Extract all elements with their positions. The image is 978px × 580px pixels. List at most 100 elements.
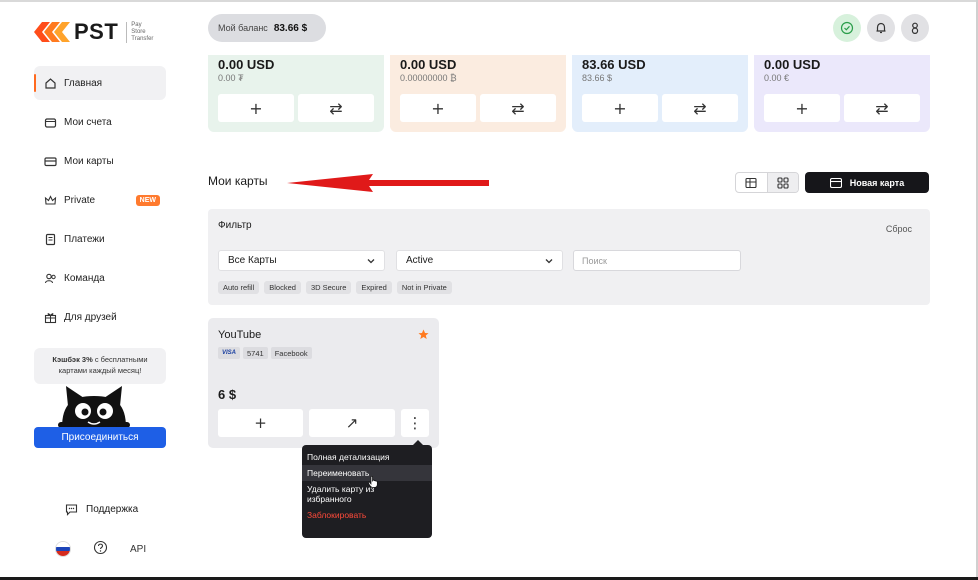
- topup-button[interactable]: +: [218, 94, 294, 122]
- balance-value: 83.66 $: [273, 22, 308, 34]
- table-icon: [745, 177, 757, 188]
- table-view-button[interactable]: [736, 173, 767, 192]
- card-tile[interactable]: YouTube VISA 5741 Facebook 6 $ + ↗ ⋮: [208, 318, 439, 448]
- language-flag-icon[interactable]: [55, 541, 71, 557]
- user-icon: [911, 22, 919, 35]
- chip-not-in-private[interactable]: Not in Private: [396, 281, 452, 294]
- menu-item-rename[interactable]: Переименовать: [302, 465, 432, 481]
- topup-button[interactable]: +: [582, 94, 658, 122]
- menu-item-block[interactable]: Заблокировать: [302, 507, 432, 523]
- account-card-eur: 0.00 USD 0.00 € + ⇄: [754, 55, 930, 132]
- topup-button[interactable]: +: [764, 94, 840, 122]
- support-label: Поддержка: [86, 503, 139, 515]
- plus-icon: +: [254, 414, 267, 432]
- sidebar-item-cards[interactable]: Мои карты: [34, 144, 166, 178]
- logo-tagline-transfer: Transfer: [131, 35, 154, 42]
- home-icon: [43, 76, 57, 90]
- menu-item-details[interactable]: Полная детализация: [302, 449, 432, 465]
- sidebar-item-label: Мои карты: [64, 155, 114, 167]
- exchange-button[interactable]: ⇄: [298, 94, 374, 122]
- card-tags: VISA 5741 Facebook: [218, 347, 312, 359]
- card-icon: [829, 177, 842, 188]
- account-native-amount: 0.00000000 ₿: [400, 73, 457, 83]
- help-icon[interactable]: [93, 540, 108, 558]
- plus-icon: +: [249, 98, 263, 118]
- join-button[interactable]: Присоединиться: [34, 427, 166, 448]
- sidebar-item-payments[interactable]: Платежи: [34, 222, 166, 256]
- account-amount: 83.66 USD: [582, 57, 646, 72]
- logo[interactable]: PST Pay Store Transfer: [34, 18, 153, 46]
- account-card-usdt: 0.00 USD 0.00 ₮ + ⇄: [208, 55, 384, 132]
- new-badge: NEW: [135, 194, 160, 206]
- promo-highlight: Кэшбэк 3%: [52, 355, 93, 364]
- status-select[interactable]: Active: [396, 250, 563, 271]
- exchange-button[interactable]: ⇄: [480, 94, 556, 122]
- promo-text-line2: картами каждый месяц!: [58, 366, 142, 375]
- topup-button[interactable]: +: [400, 94, 476, 122]
- plus-icon: +: [431, 98, 445, 118]
- api-link[interactable]: API: [130, 544, 146, 555]
- chevron-down-icon: [367, 259, 375, 264]
- section-title: Мои карты: [208, 174, 268, 188]
- sidebar-item-home[interactable]: Главная: [34, 66, 166, 100]
- chip-blocked[interactable]: Blocked: [264, 281, 301, 294]
- view-toggle: [735, 172, 799, 193]
- chip-3d-secure[interactable]: 3D Secure: [305, 281, 352, 294]
- balance-label: Мой баланс: [218, 23, 268, 33]
- card-balance: 6 $: [218, 387, 237, 402]
- filter-reset-button[interactable]: Сброс: [886, 224, 912, 234]
- promo-text-line1: с бесплатными: [92, 355, 148, 364]
- exchange-icon: ⇄: [511, 98, 525, 118]
- new-card-button[interactable]: Новая карта: [805, 172, 929, 193]
- sidebar-item-label: Команда: [64, 272, 105, 284]
- arrow-up-right-icon: ↗: [345, 414, 359, 432]
- menu-item-remove-favorite-line1: Удалить карту из: [307, 484, 375, 494]
- sidebar-item-accounts[interactable]: Мои счета: [34, 105, 166, 139]
- card-tag: Facebook: [270, 347, 312, 359]
- account-amount: 0.00 USD: [218, 57, 275, 72]
- menu-item-remove-favorite[interactable]: Удалить карту из избранного: [302, 481, 432, 507]
- chevron-down-icon: [545, 259, 553, 264]
- new-card-label: Новая карта: [849, 177, 905, 188]
- balance-pill[interactable]: Мой баланс 83.66 $: [208, 14, 326, 42]
- exchange-icon: ⇄: [693, 98, 707, 118]
- support-link[interactable]: Поддержка: [64, 502, 138, 516]
- gift-icon: [43, 310, 57, 324]
- grid-view-button[interactable]: [766, 173, 798, 192]
- sidebar-item-team[interactable]: Команда: [34, 261, 166, 295]
- chip-expired[interactable]: Expired: [356, 281, 392, 294]
- sidebar-item-label: Мои счета: [64, 116, 112, 128]
- sidebar-item-label: Главная: [64, 77, 103, 89]
- sidebar-nav: Главная Мои счета Мои карты Private NEW …: [34, 66, 166, 339]
- bell-icon: [876, 22, 886, 34]
- account-native-amount: 83.66 $: [582, 73, 613, 83]
- plus-icon: +: [795, 98, 809, 118]
- logo-tagline: Pay Store Transfer: [126, 21, 154, 43]
- exchange-button[interactable]: ⇄: [844, 94, 920, 122]
- verified-button[interactable]: [833, 14, 861, 42]
- star-icon[interactable]: [418, 329, 429, 340]
- top-border: [0, 0, 978, 2]
- card-transfer-button[interactable]: ↗: [309, 409, 395, 437]
- chip-auto-refill[interactable]: Auto refill: [218, 281, 260, 294]
- wallet-icon: [43, 115, 57, 129]
- exchange-button[interactable]: ⇄: [662, 94, 738, 122]
- filter-chips: Auto refill Blocked 3D Secure Expired No…: [218, 281, 452, 294]
- search-input[interactable]: [573, 250, 741, 271]
- notifications-button[interactable]: [867, 14, 895, 42]
- sidebar-footer: API: [55, 540, 146, 558]
- account-amount: 0.00 USD: [764, 57, 821, 72]
- logo-brand: PST: [74, 19, 119, 44]
- card-topup-button[interactable]: +: [218, 409, 303, 437]
- profile-button[interactable]: [901, 14, 929, 42]
- visa-badge: VISA: [218, 347, 241, 359]
- sidebar-item-friends[interactable]: Для друзей: [34, 300, 166, 334]
- more-vertical-icon: ⋮: [407, 414, 423, 432]
- logo-tagline-pay: Pay: [131, 21, 142, 28]
- status-value: Active: [406, 255, 434, 266]
- sidebar-item-private[interactable]: Private NEW: [34, 183, 166, 217]
- logo-tagline-store: Store: [131, 28, 146, 35]
- card-more-button[interactable]: ⋮: [401, 409, 429, 437]
- account-native-amount: 0.00 €: [764, 73, 790, 83]
- card-type-select[interactable]: Все Карты: [218, 250, 385, 271]
